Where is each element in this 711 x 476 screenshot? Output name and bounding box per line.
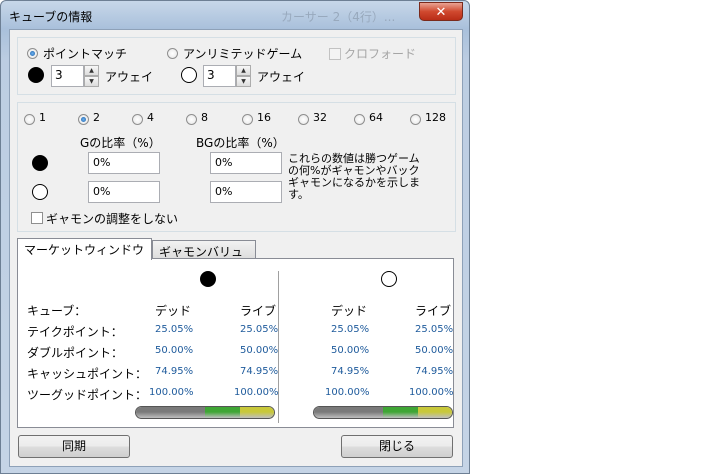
black-live-too-good: 100.00% — [234, 387, 279, 398]
gauge-segment — [239, 407, 274, 418]
cube-level-radio-128[interactable] — [410, 114, 421, 125]
white-live-double: 50.00% — [415, 345, 454, 356]
black-backgammon-ratio-input[interactable]: 0% — [210, 152, 282, 174]
cube-level-radio-1[interactable] — [24, 114, 35, 125]
white-market-gauge — [313, 406, 453, 419]
gauge-segment — [383, 407, 418, 418]
cube-level-label-8: 8 — [201, 111, 208, 124]
black-dead-double: 50.00% — [155, 345, 194, 356]
white-gammon-ratio-input[interactable]: 0% — [88, 181, 160, 203]
white-backgammon-ratio-input[interactable]: 0% — [210, 181, 282, 203]
white-live-header: ライブ — [415, 304, 452, 318]
panel-divider — [278, 271, 279, 423]
white-checker-icon — [32, 184, 48, 200]
white-dead-header: デッド — [331, 304, 368, 318]
white-live-cash: 74.95% — [415, 366, 454, 377]
cube-level-label-1: 1 — [39, 111, 46, 124]
background-window-title: カーサー 2（4行）... — [281, 10, 396, 24]
backgammon-ratio-header: BGの比率（%） — [196, 136, 285, 150]
black-live-cash: 74.95% — [240, 366, 279, 377]
tab-market-window[interactable]: マーケットウィンドウ — [17, 238, 152, 260]
dialog-client-area: ポイントマッチ アンリミテッドゲーム クロフォード 3 ▲ ▼ アウェイ 3 ▲… — [9, 29, 463, 467]
row-label-cash-point: キャッシュポイント： — [27, 367, 148, 381]
unlimited-game-radio[interactable] — [167, 48, 178, 59]
black-market-gauge — [135, 406, 275, 419]
black-gammon-ratio-input[interactable]: 0% — [88, 152, 160, 174]
black-dead-cash: 74.95% — [155, 366, 194, 377]
row-label-cube: キューブ： — [27, 304, 87, 318]
cube-level-label-128: 128 — [425, 111, 446, 124]
gauge-segment — [205, 407, 240, 418]
cube-level-label-2: 2 — [93, 111, 100, 124]
close-icon: ✕ — [435, 5, 447, 20]
close-window-button[interactable]: ✕ — [419, 2, 463, 21]
white-away-stepper[interactable]: 3 ▲ ▼ — [203, 65, 251, 87]
white-dead-double: 50.00% — [331, 345, 370, 356]
black-checker-icon — [28, 67, 44, 83]
black-checker-icon — [32, 155, 48, 171]
cube-level-radio-8[interactable] — [186, 114, 197, 125]
row-label-take-point: テイクポイント： — [27, 325, 123, 339]
title-bar[interactable]: キューブの情報 カーサー 2（4行）... ✕ — [1, 1, 469, 29]
white-away-input[interactable]: 3 — [203, 65, 236, 87]
cube-level-radio-4[interactable] — [132, 114, 143, 125]
black-away-input[interactable]: 3 — [51, 65, 84, 87]
gauge-segment — [417, 407, 452, 418]
gammon-ratio-header: Gの比率（%） — [80, 136, 161, 150]
white-dead-take: 25.05% — [331, 324, 370, 335]
white-dead-cash: 74.95% — [331, 366, 370, 377]
cube-info-window: キューブの情報 カーサー 2（4行）... ✕ ポイントマッチ アンリミテッドゲ… — [0, 0, 470, 474]
match-settings-group: ポイントマッチ アンリミテッドゲーム クロフォード 3 ▲ ▼ アウェイ 3 ▲… — [17, 37, 456, 95]
market-window-panel: キューブ： テイクポイント： ダブルポイント： キャッシュポイント： ツーグッド… — [17, 258, 454, 428]
white-checker-icon — [381, 271, 397, 287]
black-live-header: ライブ — [240, 304, 277, 318]
white-dead-too-good: 100.00% — [325, 387, 370, 398]
white-checker-icon — [181, 67, 197, 83]
close-button[interactable]: 閉じる — [341, 435, 453, 458]
row-label-too-good-point: ツーグッドポイント： — [27, 388, 148, 402]
spin-up-icon[interactable]: ▲ — [84, 65, 99, 76]
crawford-checkbox[interactable] — [329, 48, 341, 60]
point-match-label: ポイントマッチ — [43, 47, 128, 61]
sync-button[interactable]: 同期 — [18, 435, 130, 458]
point-match-radio[interactable] — [27, 48, 38, 59]
no-gammon-adjust-checkbox[interactable] — [31, 212, 43, 224]
white-live-too-good: 100.00% — [409, 387, 454, 398]
black-live-double: 50.00% — [240, 345, 279, 356]
black-dead-too-good: 100.00% — [149, 387, 194, 398]
cube-level-label-16: 16 — [257, 111, 271, 124]
crawford-label: クロフォード — [344, 47, 417, 61]
white-live-take: 25.05% — [415, 324, 454, 335]
black-away-label: アウェイ — [105, 70, 154, 84]
tab-gammon-value[interactable]: ギャモンバリュー — [152, 240, 256, 276]
cube-level-radio-32[interactable] — [298, 114, 309, 125]
cube-level-label-32: 32 — [313, 111, 327, 124]
spin-down-icon[interactable]: ▼ — [84, 76, 99, 87]
cube-level-radio-16[interactable] — [242, 114, 253, 125]
ratio-explanation-note: これらの数値は勝つゲーム の何%がギャモンやバック ギャモンになるかを示しま す… — [288, 152, 420, 201]
spin-up-icon[interactable]: ▲ — [236, 65, 251, 76]
unlimited-game-label: アンリミテッドゲーム — [183, 47, 303, 61]
row-label-double-point: ダブルポイント： — [27, 346, 124, 360]
black-dead-header: デッド — [155, 304, 192, 318]
white-away-label: アウェイ — [257, 70, 306, 84]
cube-level-radio-64[interactable] — [354, 114, 365, 125]
window-title: キューブの情報 — [9, 10, 93, 24]
cube-level-radio-2[interactable] — [78, 114, 89, 125]
cube-settings-group: 1 2 4 8 16 32 64 128 Gの比率（%） BGの比率（%） 0%… — [17, 102, 456, 232]
no-gammon-adjust-label: ギャモンの調整をしない — [46, 212, 179, 226]
cube-level-label-4: 4 — [147, 111, 154, 124]
black-checker-icon — [200, 271, 216, 287]
black-away-stepper[interactable]: 3 ▲ ▼ — [51, 65, 99, 87]
gauge-segment — [136, 407, 205, 418]
black-live-take: 25.05% — [240, 324, 279, 335]
cube-level-label-64: 64 — [369, 111, 383, 124]
black-dead-take: 25.05% — [155, 324, 194, 335]
spin-down-icon[interactable]: ▼ — [236, 76, 251, 87]
gauge-segment — [314, 407, 383, 418]
